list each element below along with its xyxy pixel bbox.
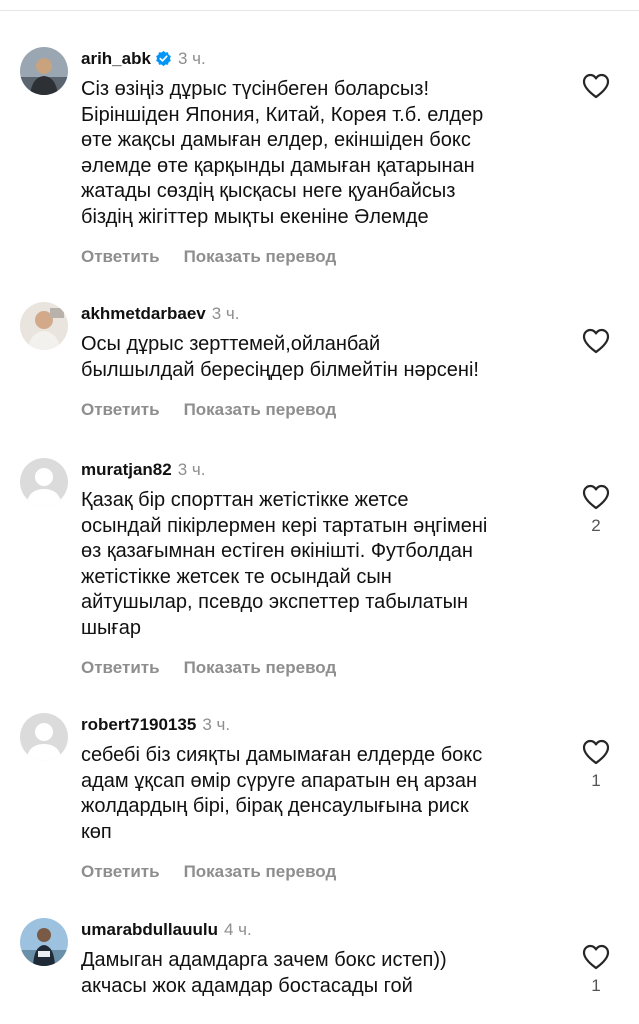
username[interactable]: arih_abk [81,49,151,68]
comment-actions: Ответить Показать перевод [81,246,571,268]
show-translation-button[interactable]: Показать перевод [184,658,337,677]
like-count: 2 [591,516,601,535]
comment-meta: akhmetdarbaev 3 ч. [81,302,571,326]
show-translation-button[interactable]: Показать перевод [184,247,337,266]
avatar[interactable] [20,713,68,761]
reply-button[interactable]: Ответить [81,658,160,677]
comment-body: akhmetdarbaev 3 ч. Осы дұрыс зерттемей,ой… [81,302,571,421]
reply-button[interactable]: Ответить [81,247,160,266]
like-count: 1 [591,771,601,790]
top-divider [0,10,639,11]
comment-time: 3 ч. [177,460,206,479]
username[interactable]: robert7190135 [81,715,196,734]
username[interactable]: muratjan82 [81,460,172,479]
username[interactable]: umarabdullauulu [81,920,218,939]
username[interactable]: akhmetdarbaev [81,304,206,323]
comment-actions: Ответить Показать перевод [81,657,571,679]
comment-text: Дамыган адамдарга зачем бокс истеп)) акч… [81,949,447,997]
heart-outline-icon[interactable] [582,328,610,354]
like-control: 1 [582,944,610,996]
like-control [582,73,610,99]
comment-text: Қазақ бір спорттан жетістікке жетсе осын… [81,489,488,639]
heart-outline-icon[interactable] [582,944,610,970]
heart-outline-icon[interactable] [582,73,610,99]
reply-button[interactable]: Ответить [81,862,160,881]
comment-meta: robert7190135 3 ч. [81,713,571,737]
comment-meta: umarabdullauulu 4 ч. [81,918,571,942]
comment-actions: Ответить Показать перевод [81,399,571,421]
like-control: 2 [582,484,610,536]
comment-time: 4 ч. [223,920,252,939]
comment-time: 3 ч. [211,304,240,323]
heart-outline-icon[interactable] [582,739,610,765]
heart-outline-icon[interactable] [582,484,610,510]
avatar[interactable] [20,302,68,350]
show-translation-button[interactable]: Показать перевод [184,400,337,419]
comment-text: Сіз өзіңіз дұрыс түсінбеген боларсыз! Бі… [81,78,484,228]
comment-text: себебі біз сияқты дамымаған елдерде бокс… [81,744,483,843]
like-count: 1 [591,976,601,995]
comment-time: 3 ч. [202,715,231,734]
avatar[interactable] [20,918,68,966]
show-translation-button[interactable]: Показать перевод [184,862,337,881]
avatar[interactable] [20,47,68,95]
verified-badge-icon [155,50,172,74]
comment-body: robert7190135 3 ч. себебі біз сияқты дамы… [81,713,571,883]
comment-actions: Ответить Показать перевод [81,861,571,883]
comment-meta: muratjan82 3 ч. [81,458,571,482]
comment-body: umarabdullauulu 4 ч. Дамыган адамдарга за… [81,918,571,999]
comment-body: muratjan82 3 ч. Қазақ бір спорттан жетіст… [81,458,571,679]
comment-time: 3 ч. [177,49,206,68]
reply-button[interactable]: Ответить [81,400,160,419]
comment-body: arih_abk 3 ч. Сіз өзіңіз дұрыс түсінбеген… [81,47,571,268]
like-control [582,328,610,354]
comment-text: Осы дұрыс зерттемей,ойланбай былшылдай б… [81,333,479,381]
avatar[interactable] [20,458,68,506]
comment-meta: arih_abk 3 ч. [81,47,571,71]
like-control: 1 [582,739,610,791]
